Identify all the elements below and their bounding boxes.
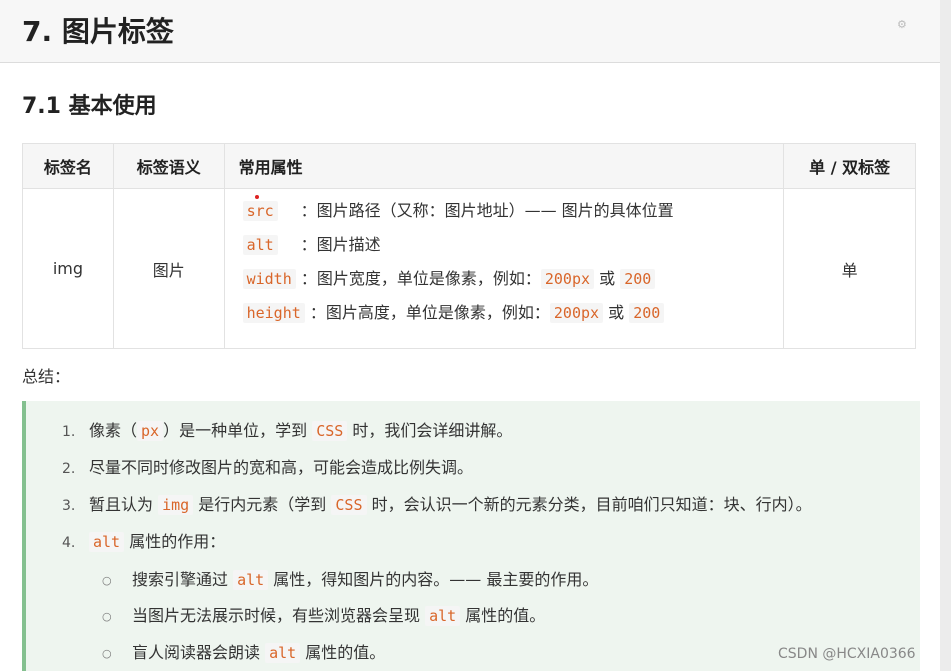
cursor-dot bbox=[254, 195, 259, 199]
bullet-icon: ○ bbox=[102, 574, 112, 587]
list-number: 1. bbox=[62, 424, 76, 440]
item-text: 属性，得知图片的内容。—— 最主要的作用。 bbox=[273, 570, 599, 589]
list-item: 2. 尽量不同时修改图片的宽和高，可能会造成比例失调。 bbox=[62, 454, 473, 478]
item-text: 属性的值。 bbox=[465, 606, 546, 625]
item-text: 尽量不同时修改图片的宽和高，可能会造成比例失调。 bbox=[89, 458, 474, 477]
table-header-row: 标签名 标签语义 常用属性 单 / 双标签 bbox=[22, 143, 916, 189]
list-number: 2. bbox=[62, 461, 76, 477]
list-item: 3. 暂且认为 img 是行内元素（学到 CSS 时，会认识一个新的元素分类，目前… bbox=[62, 491, 812, 515]
tag-name-cell: img bbox=[22, 188, 114, 349]
summary-callout: 1. 像素（ px ）是一种单位，学到 CSS 时，我们会详细讲解。 2. 尽量不同时修… bbox=[22, 401, 920, 671]
watermark: CSDN @HCXIA0366 bbox=[778, 646, 916, 662]
attributes-table: 标签名 标签语义 常用属性 单 / 双标签 img 图片 src ：图片路径（又称… bbox=[22, 143, 916, 349]
inline-code: alt bbox=[89, 532, 125, 552]
value-code: 200px bbox=[549, 303, 604, 323]
sub-list-item: ○ 当图片无法展示时候，有些浏览器会呈现 alt 属性的值。 bbox=[102, 602, 545, 626]
sub-list-item: ○ 盲人阅读器会朗读 alt 属性的值。 bbox=[102, 639, 385, 663]
item-text: 像素（ bbox=[89, 421, 138, 440]
table-header: 标签语义 bbox=[112, 143, 225, 189]
value-code: 200 bbox=[620, 269, 656, 289]
item-text: 是行内元素（学到 bbox=[198, 495, 327, 514]
attr-desc: ：图片描述 bbox=[300, 235, 381, 254]
inline-code: alt bbox=[265, 643, 301, 663]
table-row: img 图片 src ：图片路径（又称：图片地址）—— 图片的具体位置 alt ：图… bbox=[22, 188, 916, 349]
title-bar: 7. 图片标签 ⚙ bbox=[0, 0, 951, 63]
list-number: 4. bbox=[62, 535, 76, 551]
item-text: 属性的值。 bbox=[305, 643, 386, 662]
attr-src: src ：图片路径（又称：图片地址）—— 图片的具体位置 bbox=[242, 195, 783, 233]
item-text: ）是一种单位，学到 bbox=[163, 421, 308, 440]
bullet-icon: ○ bbox=[102, 647, 112, 660]
value-code: 200 bbox=[629, 303, 665, 323]
item-text: 暂且认为 bbox=[89, 495, 154, 514]
table-header: 标签名 bbox=[22, 143, 114, 189]
inline-code: CSS bbox=[331, 495, 367, 515]
item-text: 属性的作用： bbox=[129, 532, 226, 551]
settings-icon[interactable]: ⚙ bbox=[897, 18, 909, 31]
inline-code: img bbox=[158, 495, 194, 515]
inline-code: alt bbox=[233, 570, 269, 590]
item-text: 当图片无法展示时候，有些浏览器会呈现 bbox=[132, 606, 421, 625]
attr-height: height ：图片高度，单位是像素，例如： 200px 或 200 bbox=[242, 301, 783, 335]
list-number: 3. bbox=[62, 498, 76, 514]
attr-name-code: src bbox=[242, 201, 278, 221]
inline-code: px bbox=[137, 421, 164, 441]
attr-name-code: height bbox=[242, 303, 305, 323]
attr-desc: ：图片高度，单位是像素，例如： bbox=[309, 303, 550, 322]
item-text: 盲人阅读器会朗读 bbox=[132, 643, 261, 662]
tag-semantic-cell: 图片 bbox=[112, 188, 225, 349]
list-item: 1. 像素（ px ）是一种单位，学到 CSS 时，我们会详细讲解。 bbox=[62, 417, 512, 441]
inline-code: CSS bbox=[312, 421, 348, 441]
item-text: 时，会认识一个新的元素分类，目前咱们只知道：块、行内）。 bbox=[371, 495, 812, 514]
sub-list-item: ○ 搜索引擎通过 alt 属性，得知图片的内容。—— 最主要的作用。 bbox=[102, 566, 598, 590]
document-page: 7. 图片标签 ⚙ 7.1 基本使用 标签名 标签语义 常用属性 单 / 双标签… bbox=[0, 0, 951, 671]
page-title: 7. 图片标签 bbox=[22, 15, 174, 48]
item-text: 搜索引擎通过 bbox=[132, 570, 229, 589]
attr-name-code: width bbox=[242, 269, 296, 289]
attr-desc: ：图片路径（又称：图片地址）—— 图片的具体位置 bbox=[300, 201, 674, 220]
bullet-icon: ○ bbox=[102, 610, 112, 623]
attributes-cell: src ：图片路径（又称：图片地址）—— 图片的具体位置 alt ：图片描述 wid… bbox=[223, 188, 785, 349]
tag-type-cell: 单 bbox=[783, 188, 916, 349]
or-text: 或 bbox=[608, 303, 625, 322]
attr-desc: ：图片宽度，单位是像素，例如： bbox=[300, 269, 541, 288]
or-text: 或 bbox=[599, 269, 616, 288]
table-header: 单 / 双标签 bbox=[783, 143, 916, 189]
value-code: 200px bbox=[540, 269, 595, 289]
attr-name-code: alt bbox=[242, 235, 278, 255]
scrollbar[interactable] bbox=[940, 0, 951, 671]
list-item: 4. alt 属性的作用： bbox=[62, 528, 225, 552]
item-text: 时，我们会详细讲解。 bbox=[352, 421, 513, 440]
section-title: 7.1 基本使用 bbox=[22, 94, 157, 119]
summary-label: 总结： bbox=[22, 367, 71, 386]
attr-width: width ：图片宽度，单位是像素，例如： 200px 或 200 bbox=[242, 267, 783, 301]
inline-code: alt bbox=[425, 606, 461, 626]
table-header: 常用属性 bbox=[223, 143, 785, 189]
attr-alt: alt ：图片描述 bbox=[242, 233, 783, 267]
